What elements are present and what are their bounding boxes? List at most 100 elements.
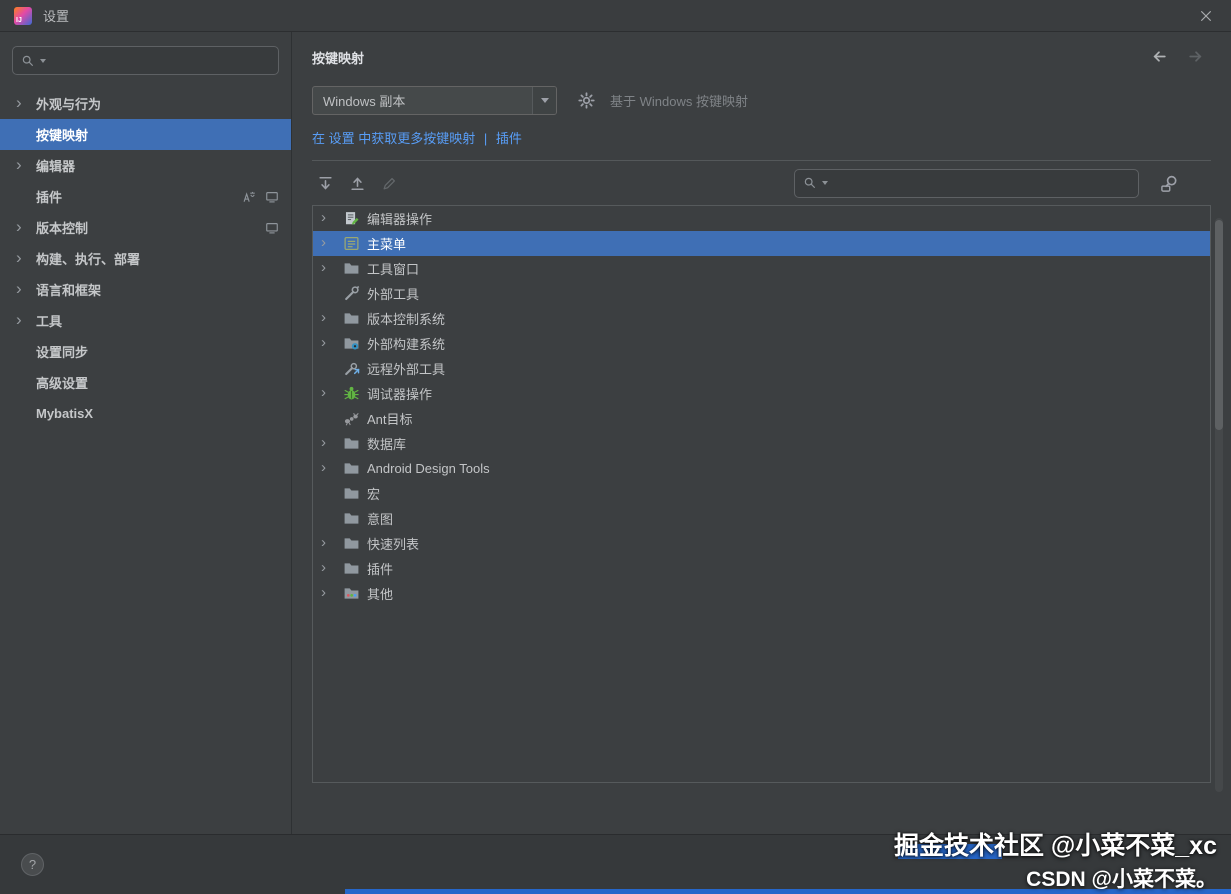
- main-menu-icon: [343, 235, 360, 252]
- sidebar-item-settings-sync[interactable]: 设置同步: [0, 336, 291, 367]
- tree-row-android-design-tools[interactable]: Android Design Tools: [313, 456, 1210, 481]
- combo-dropdown-icon: [532, 87, 556, 114]
- keymap-header: 按键映射: [312, 48, 1231, 72]
- tree-scrollbar[interactable]: [1215, 218, 1223, 792]
- settings-search-field[interactable]: [12, 46, 279, 75]
- tree-row-remote-external-tools[interactable]: 远程外部工具: [313, 356, 1210, 381]
- tree-row-editor-actions[interactable]: 编辑器操作: [313, 206, 1210, 231]
- folder-icon: [343, 460, 360, 477]
- tree-row-label: 调试器操作: [367, 387, 433, 402]
- tree-row-label: 工具窗口: [367, 262, 420, 277]
- tree-row-macros[interactable]: 宏: [313, 481, 1210, 506]
- chevron-right-icon[interactable]: [321, 561, 343, 576]
- back-arrow-icon[interactable]: [1149, 46, 1169, 66]
- watermark-line1-text: 掘金技术社区 @小菜不菜_xc: [893, 832, 1217, 860]
- chevron-right-icon[interactable]: [16, 281, 36, 298]
- edit-shortcut-icon[interactable]: [376, 171, 402, 195]
- gear-icon[interactable]: [575, 90, 597, 112]
- chevron-right-icon[interactable]: [321, 436, 343, 451]
- chevron-right-icon[interactable]: [321, 261, 343, 276]
- forward-arrow-icon[interactable]: [1185, 46, 1205, 66]
- sidebar-item-languages-frameworks[interactable]: 语言和框架: [0, 274, 291, 305]
- find-by-shortcut-icon[interactable]: [1157, 171, 1181, 195]
- monitor-icon: [265, 190, 279, 204]
- sidebar-item-advanced-settings[interactable]: 高级设置: [0, 367, 291, 398]
- chevron-right-icon[interactable]: [16, 157, 36, 174]
- sidebar-item-badges: [242, 190, 279, 204]
- titlebar: 设置: [0, 0, 1231, 32]
- sidebar-item-appearance-behavior[interactable]: 外观与行为: [0, 88, 291, 119]
- get-more-keymaps-link[interactable]: 在 设置 中获取更多按键映射: [312, 131, 475, 146]
- sidebar-item-label: 语言和框架: [36, 283, 102, 298]
- sidebar-item-keymap[interactable]: 按键映射: [0, 119, 291, 150]
- sidebar-item-label: 构建、执行、部署: [36, 252, 141, 267]
- action-search-field[interactable]: [794, 168, 1139, 198]
- tree-row-label: 外部工具: [367, 287, 420, 302]
- tree-row-plugins[interactable]: 插件: [313, 556, 1210, 581]
- tree-row-main-menu[interactable]: 主菜单: [313, 231, 1210, 256]
- keymap-tree: 编辑器操作 主菜单 工具窗口 外部工具: [312, 205, 1211, 783]
- search-icon: [21, 54, 35, 68]
- settings-sidebar: 外观与行为 按键映射 编辑器 插件: [0, 32, 292, 834]
- chevron-right-icon[interactable]: [321, 586, 343, 601]
- history-navigation: [1149, 46, 1205, 66]
- sidebar-item-badges: [265, 221, 279, 235]
- sidebar-item-plugins[interactable]: 插件: [0, 181, 291, 212]
- window-title: 设置: [43, 9, 70, 24]
- tree-row-version-control-systems[interactable]: 版本控制系统: [313, 306, 1210, 331]
- sidebar-item-build-execution-deployment[interactable]: 构建、执行、部署: [0, 243, 291, 274]
- editor-actions-icon: [343, 210, 360, 227]
- watermark-line1: 掘金技术社区 @小菜不菜_xc: [894, 826, 1217, 862]
- chevron-right-icon[interactable]: [321, 311, 343, 326]
- sidebar-item-editor[interactable]: 编辑器: [0, 150, 291, 181]
- chevron-right-icon[interactable]: [321, 386, 343, 401]
- build-system-folder-icon: [343, 335, 360, 352]
- tree-row-label: Android Design Tools: [367, 461, 490, 476]
- search-history-chevron-icon: [40, 58, 46, 63]
- sidebar-item-label: 编辑器: [36, 159, 76, 174]
- sidebar-item-version-control[interactable]: 版本控制: [0, 212, 291, 243]
- chevron-right-icon[interactable]: [16, 312, 36, 329]
- tree-row-ant-targets[interactable]: Ant目标: [313, 406, 1210, 431]
- chevron-right-icon[interactable]: [321, 461, 343, 476]
- tree-row-external-tools[interactable]: 外部工具: [313, 281, 1210, 306]
- chevron-right-icon[interactable]: [321, 236, 343, 251]
- tree-row-debugger-actions[interactable]: 调试器操作: [313, 381, 1210, 406]
- tree-row-tool-windows[interactable]: 工具窗口: [313, 256, 1210, 281]
- keymap-panel: 按键映射 Windows 副本 基于 Windows 按键映射 在 设置 中获取…: [292, 32, 1231, 834]
- tree-row-external-build-systems[interactable]: 外部构建系统: [313, 331, 1210, 356]
- tree-row-database[interactable]: 数据库: [313, 431, 1210, 456]
- chevron-right-icon[interactable]: [16, 219, 36, 236]
- plugins-link[interactable]: 插件: [496, 131, 522, 146]
- tree-row-intentions[interactable]: 意图: [313, 506, 1210, 531]
- chevron-right-icon[interactable]: [16, 95, 36, 112]
- tree-row-quick-lists[interactable]: 快速列表: [313, 531, 1210, 556]
- sidebar-item-tools[interactable]: 工具: [0, 305, 291, 336]
- collapse-all-icon[interactable]: [344, 171, 370, 195]
- tree-row-label: 编辑器操作: [367, 212, 433, 227]
- tree-row-label: 其他: [367, 587, 394, 602]
- search-history-chevron-icon: [822, 181, 828, 185]
- sidebar-item-label: 按键映射: [36, 128, 89, 143]
- settings-category-tree: 外观与行为 按键映射 编辑器 插件: [0, 88, 291, 429]
- keymap-select[interactable]: Windows 副本: [312, 86, 557, 115]
- chevron-right-icon[interactable]: [321, 211, 343, 226]
- action-search-input[interactable]: [833, 175, 1130, 191]
- tree-row-other[interactable]: 其他: [313, 581, 1210, 606]
- close-button[interactable]: [1195, 5, 1217, 27]
- chevron-right-icon[interactable]: [321, 536, 343, 551]
- chevron-right-icon[interactable]: [16, 250, 36, 267]
- sidebar-item-label: 外观与行为: [36, 97, 102, 112]
- help-button[interactable]: ?: [21, 853, 44, 876]
- chevron-right-icon[interactable]: [321, 336, 343, 351]
- tree-row-label: 插件: [367, 562, 394, 577]
- monitor-icon: [265, 221, 279, 235]
- settings-search-input[interactable]: [51, 53, 270, 68]
- sidebar-item-label: 设置同步: [36, 345, 89, 360]
- expand-all-icon[interactable]: [312, 171, 338, 195]
- sidebar-item-label: 插件: [36, 190, 63, 205]
- sidebar-item-mybatisx[interactable]: MybatisX: [0, 398, 291, 429]
- debugger-bug-icon: [343, 385, 360, 402]
- watermark: 掘金技术社区 @小菜不菜_xc CSDN @小菜不菜。: [894, 826, 1217, 893]
- scrollbar-thumb[interactable]: [1215, 220, 1223, 430]
